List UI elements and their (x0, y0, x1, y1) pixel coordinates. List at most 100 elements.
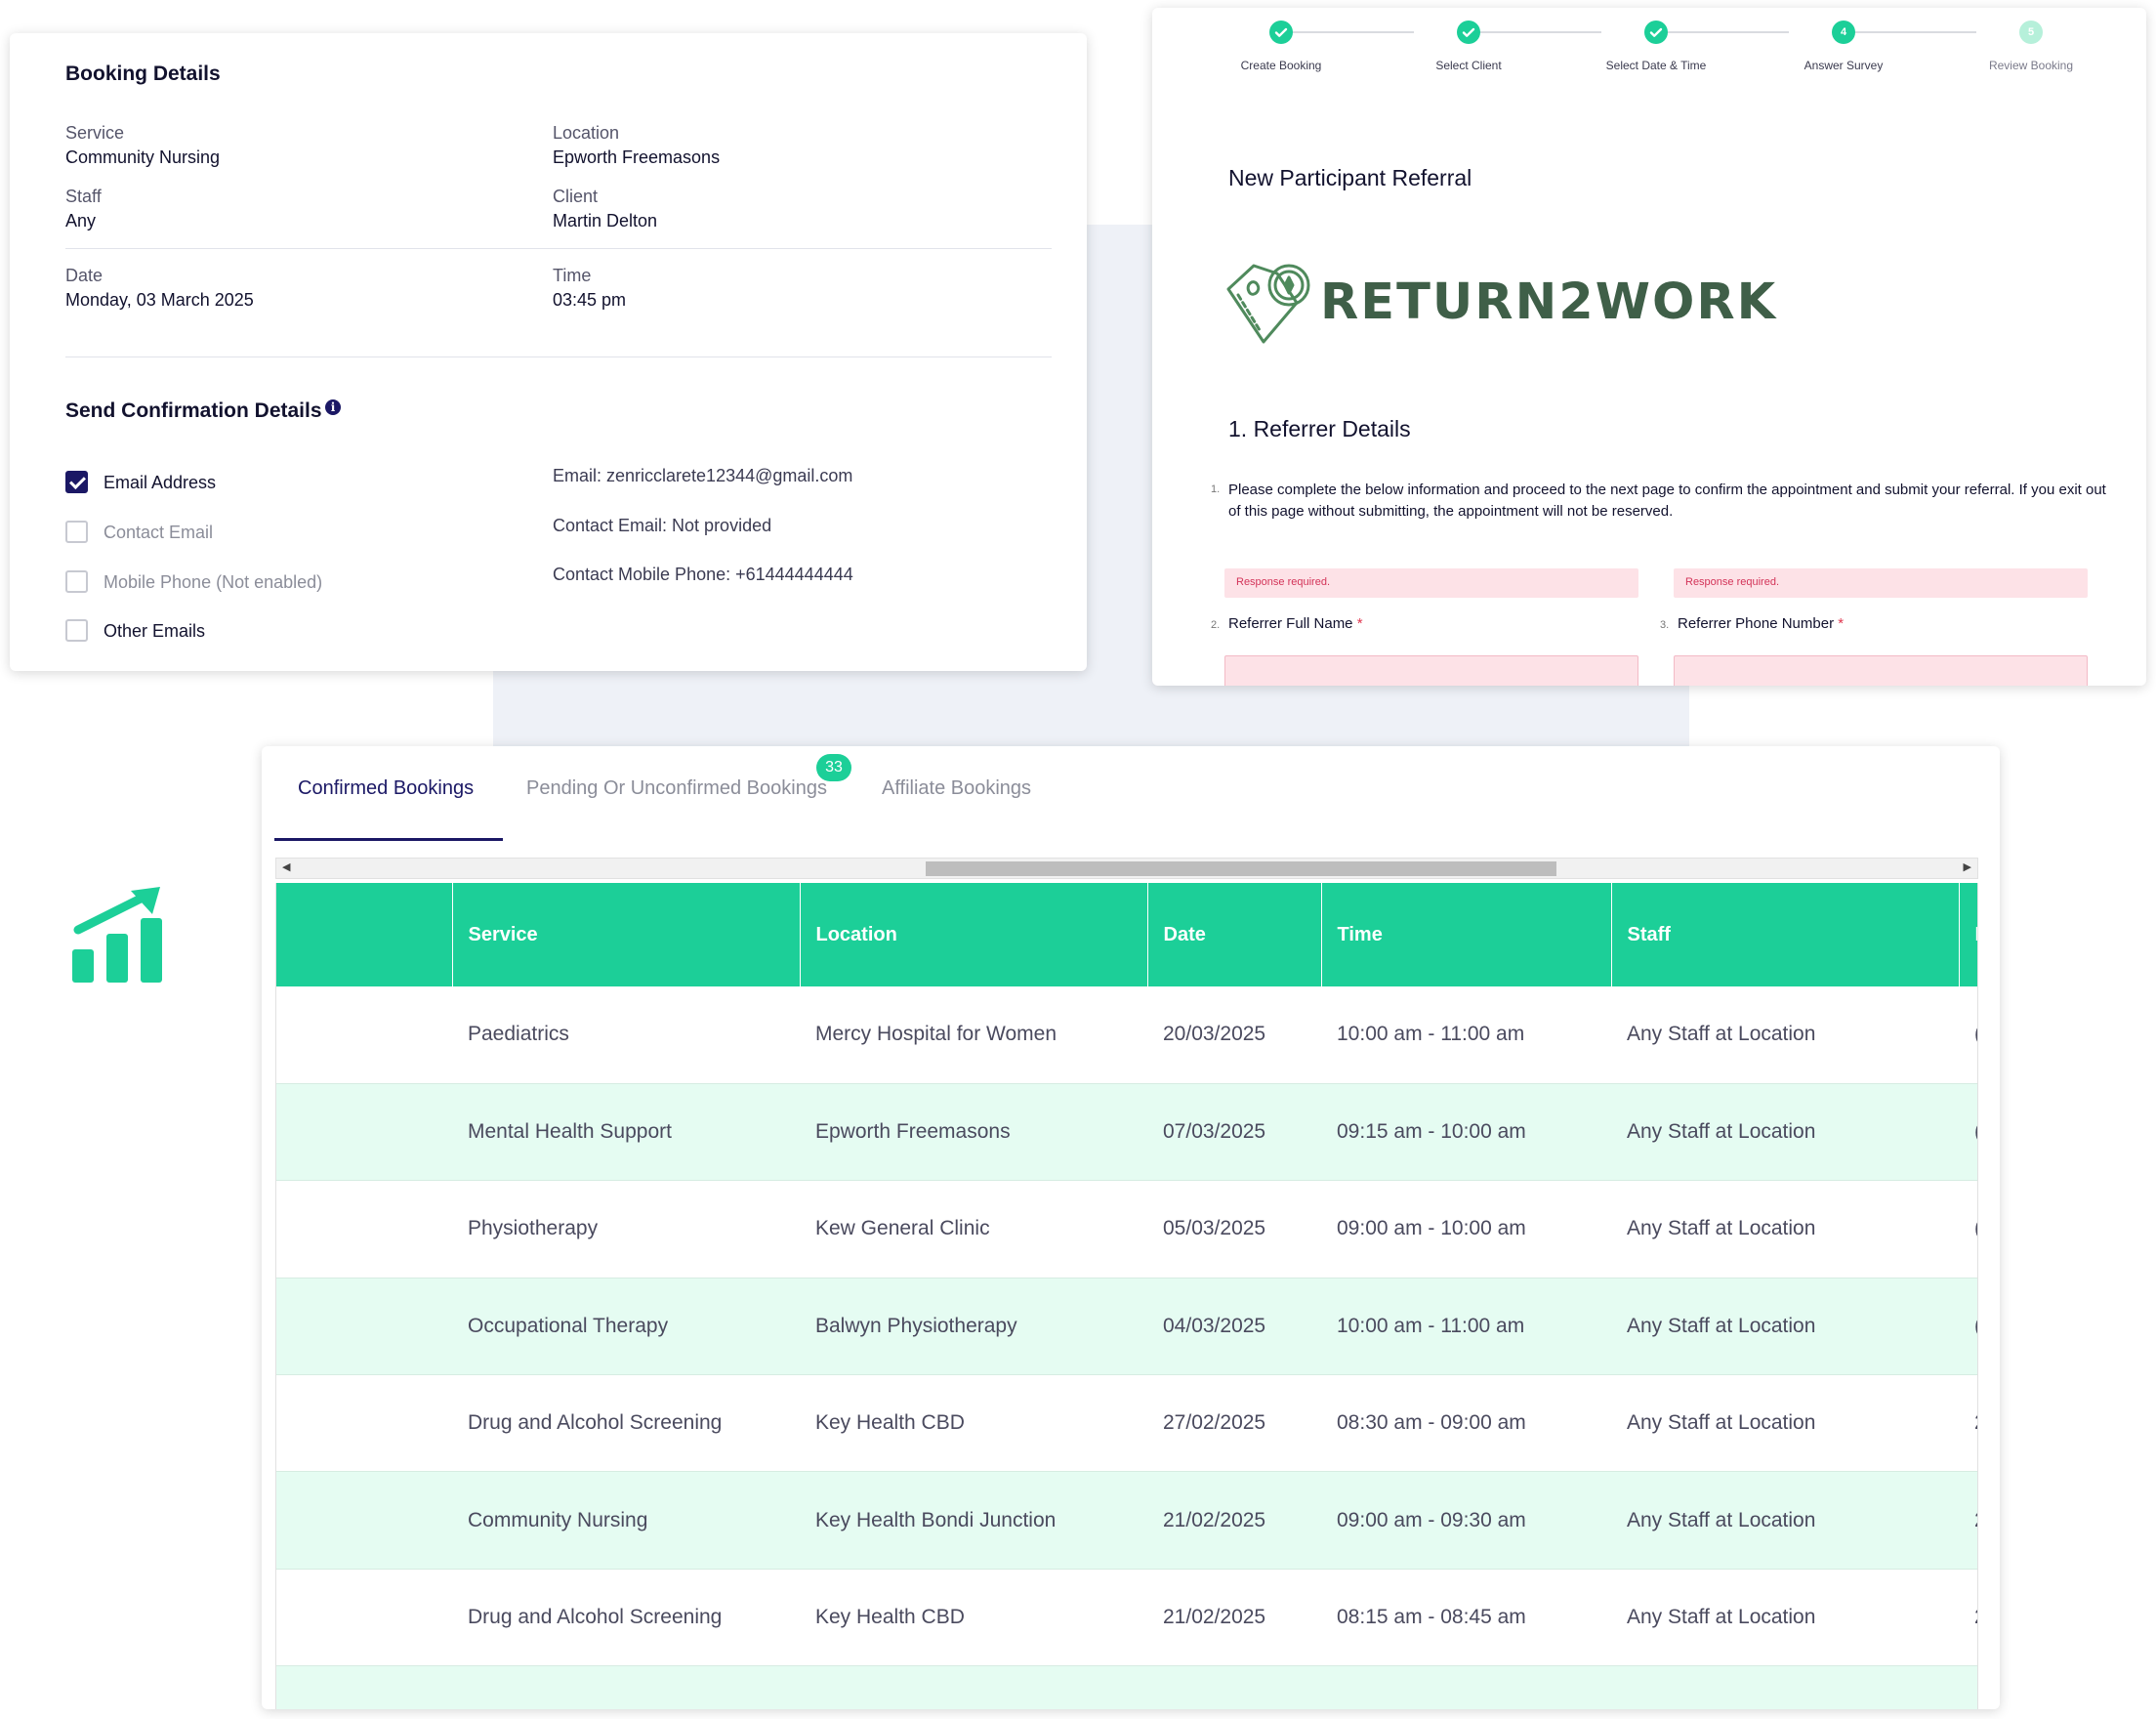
step-2-check-icon[interactable] (1457, 21, 1480, 44)
cell-date: 07/03/2025 (1147, 1083, 1321, 1182)
referrer-full-name-text: Referrer Full Name (1228, 615, 1353, 632)
column-header-truncated[interactable]: D (1959, 883, 1977, 986)
question-number: 3. (1660, 619, 1670, 631)
cell-truncated (1959, 1665, 1977, 1709)
cell-date: 21/02/2025 (1147, 1569, 1321, 1667)
step-label-review-booking: Review Booking (1988, 59, 2074, 72)
other-emails-label[interactable]: Other Emails (104, 621, 205, 642)
table-row[interactable]: Drug and Alcohol Screening Key Health CBD… (276, 1569, 1977, 1667)
cell-location: Epworth Freemasons (800, 1083, 1147, 1182)
cell-empty (276, 1665, 452, 1709)
contact-email-label[interactable]: Contact Email (104, 523, 213, 543)
active-tab-indicator (274, 838, 503, 841)
info-icon[interactable]: i (325, 399, 341, 415)
table-row[interactable]: Physiotherapy Kew General Clinic 05/03/202… (276, 1180, 1977, 1279)
tab-affiliate-bookings[interactable]: Affiliate Bookings (882, 777, 1031, 800)
mobile-phone-label[interactable]: Mobile Phone (Not enabled) (104, 572, 322, 593)
column-header-staff[interactable]: Staff (1611, 883, 1960, 986)
email-address-checkbox[interactable] (65, 471, 88, 493)
contact-email-checkbox[interactable] (65, 521, 88, 543)
date-label: Date (65, 266, 104, 285)
bookings-table: Service Location Date Time Staff D Paedi… (276, 883, 1977, 1709)
question-number: 1. (1211, 483, 1221, 495)
cell-date: 04/03/2025 (1147, 1278, 1321, 1376)
cell-truncated: 2 (1959, 1471, 1977, 1570)
column-header[interactable] (276, 883, 453, 986)
date-value: Monday, 03 March 2025 (65, 290, 254, 310)
referrer-full-name-input[interactable] (1224, 655, 1638, 686)
service-label: Service (65, 123, 125, 143)
cell-time: 09:15 am - 10:00 am (1321, 1083, 1611, 1182)
cell-empty (276, 986, 452, 1084)
step-5-marker[interactable]: 5 (2019, 21, 2043, 44)
tab-confirmed-bookings[interactable]: Confirmed Bookings (298, 777, 474, 800)
cell-service: Drug and Alcohol Screening (452, 1569, 800, 1667)
scroll-right-arrow-icon[interactable]: ▶ (1964, 860, 1971, 873)
required-mark: * (1356, 615, 1363, 632)
other-emails-checkbox[interactable] (65, 619, 88, 642)
service-value: Community Nursing (65, 147, 221, 167)
cell-location: Mercy Hospital for Women (800, 986, 1147, 1084)
cell-empty (276, 1374, 452, 1473)
column-header-location[interactable]: Location (800, 883, 1148, 986)
step-1-check-icon[interactable] (1269, 21, 1293, 44)
step-4-marker[interactable]: 4 (1832, 21, 1855, 44)
instruction-text: Please complete the below information an… (1228, 482, 2106, 520)
stepper-connector (1844, 31, 1976, 33)
email-contact-text: Email: zenricclarete12344@gmail.com (553, 466, 853, 485)
cell-truncated: ( (1959, 1278, 1977, 1376)
table-row[interactable] (276, 1665, 1977, 1709)
cell-date: 05/03/2025 (1147, 1180, 1321, 1279)
referrer-full-name-label: Referrer Full Name * (1228, 615, 1363, 632)
cell-location (800, 1665, 1147, 1709)
cell-staff: Any Staff at Location (1611, 1374, 1959, 1473)
table-row[interactable]: Paediatrics Mercy Hospital for Women 20/03… (276, 986, 1977, 1084)
table-row[interactable]: Community Nursing Key Health Bondi Juncti… (276, 1471, 1977, 1570)
cell-staff: Any Staff at Location (1611, 1083, 1959, 1182)
cell-staff: Any Staff at Location (1611, 986, 1959, 1084)
time-value: 03:45 pm (553, 290, 627, 310)
cell-date: 27/02/2025 (1147, 1374, 1321, 1473)
email-address-label[interactable]: Email Address (104, 473, 216, 493)
referrer-details-heading: 1. Referrer Details (1228, 416, 1411, 441)
cell-truncated: 2 (1959, 1374, 1977, 1473)
cell-location: Key Health CBD (800, 1374, 1147, 1473)
cell-staff: Any Staff at Location (1611, 1569, 1959, 1667)
table-row[interactable]: Mental Health Support Epworth Freemasons 0… (276, 1083, 1977, 1182)
map-compass-icon (1226, 264, 1310, 344)
stepper-connector (1469, 31, 1601, 33)
column-header-date[interactable]: Date (1147, 883, 1322, 986)
mobile-phone-checkbox[interactable] (65, 570, 88, 593)
table-header-row: Service Location Date Time Staff D (276, 883, 1977, 986)
cell-empty (276, 1083, 452, 1182)
validation-message: Response required. (1224, 568, 1638, 598)
step-label-select-date-time: Select Date & Time (1605, 59, 1707, 72)
cell-time: 08:30 am - 09:00 am (1321, 1374, 1611, 1473)
bookings-card: Confirmed Bookings Pending Or Unconfirme… (262, 746, 2000, 1709)
location-value: Epworth Freemasons (553, 147, 721, 167)
required-mark: * (1838, 615, 1845, 632)
step-3-check-icon[interactable] (1644, 21, 1668, 44)
cell-location: Kew General Clinic (800, 1180, 1147, 1279)
stepper-connector (1656, 31, 1789, 33)
scrollbar-thumb[interactable] (926, 861, 1556, 876)
cell-location: Balwyn Physiotherapy (800, 1278, 1147, 1376)
cell-empty (276, 1569, 452, 1667)
column-header-time[interactable]: Time (1321, 883, 1612, 986)
cell-service: Physiotherapy (452, 1180, 800, 1279)
cell-empty (276, 1471, 452, 1570)
contact-email-text: Contact Email: Not provided (553, 516, 772, 535)
cell-time: 09:00 am - 09:30 am (1321, 1471, 1611, 1570)
tab-pending-bookings[interactable]: Pending Or Unconfirmed Bookings (526, 777, 827, 800)
referrer-phone-input[interactable] (1674, 655, 2088, 686)
horizontal-scrollbar[interactable]: ◀ ▶ (275, 858, 1978, 879)
cell-service: Community Nursing (452, 1471, 800, 1570)
cell-truncated: ( (1959, 1083, 1977, 1182)
table-row[interactable]: Drug and Alcohol Screening Key Health CBD… (276, 1374, 1977, 1473)
step-label-answer-survey: Answer Survey (1804, 59, 1884, 72)
table-row[interactable]: Occupational Therapy Balwyn Physiotherapy… (276, 1278, 1977, 1376)
column-header-service[interactable]: Service (452, 883, 801, 986)
cell-location: Key Health CBD (800, 1569, 1147, 1667)
scroll-left-arrow-icon[interactable]: ◀ (282, 860, 290, 873)
time-label: Time (553, 266, 592, 285)
